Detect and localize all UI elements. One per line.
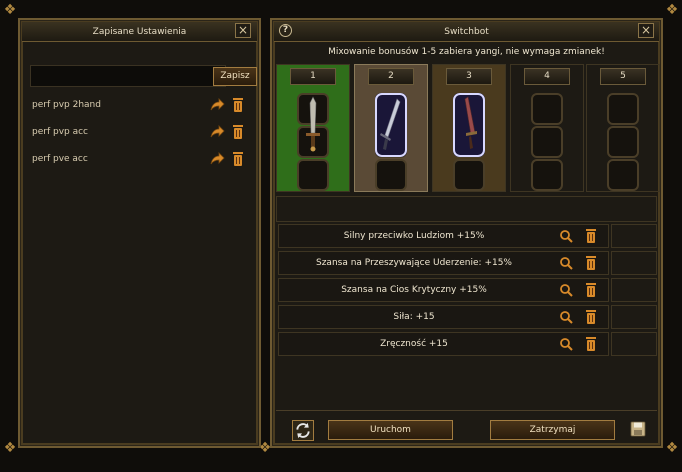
bonus-side-cell (611, 224, 657, 248)
sword-icon[interactable] (297, 93, 329, 157)
corner-ornament-icon: ❖ (3, 440, 17, 456)
window-title: Zapisane Ustawienia (92, 27, 187, 37)
magnifier-icon[interactable] (559, 337, 573, 351)
refresh-button[interactable] (292, 420, 314, 441)
slot-number-button[interactable]: 1 (290, 68, 336, 85)
close-button[interactable]: × (235, 23, 251, 38)
preset-label[interactable]: perf pvp acc (32, 127, 88, 137)
share-arrow-icon[interactable] (209, 97, 225, 113)
corner-ornament-icon: ❖ (3, 2, 17, 18)
preset-item[interactable]: perf pvp 2hand (32, 97, 252, 115)
close-button[interactable]: × (638, 23, 654, 38)
trash-icon[interactable] (584, 336, 598, 352)
slot-cells (531, 93, 563, 193)
slot-box[interactable] (297, 159, 329, 191)
bonus-side-cell (611, 305, 657, 329)
slot-box[interactable] (453, 159, 485, 191)
slot-column-2[interactable]: 2 (354, 64, 428, 192)
slot-number-button[interactable]: 2 (368, 68, 414, 85)
slot-box[interactable] (531, 126, 563, 158)
bonus-header-strip (276, 196, 657, 222)
refresh-icon (296, 422, 310, 439)
preset-item[interactable]: perf pvp acc (32, 124, 252, 142)
save-button[interactable]: Zapisz (213, 67, 257, 86)
slot-column-1[interactable]: 1 (276, 64, 350, 192)
magnifier-icon[interactable] (559, 229, 573, 243)
bonus-text: Szansa na Przeszywające Uderzenie: +15% (316, 258, 512, 268)
glowing-blade-icon[interactable] (375, 93, 407, 157)
start-button[interactable]: Uruchom (328, 420, 453, 440)
bonus-text: Siła: +15 (393, 312, 435, 322)
slot-cells (607, 93, 639, 193)
share-arrow-icon[interactable] (209, 151, 225, 167)
bonus-row[interactable]: Siła: +15 (278, 305, 609, 329)
switchbot-window: Switchbot ? × Mixowanie bonusów 1-5 zabi… (270, 18, 663, 448)
help-icon[interactable]: ? (279, 24, 292, 37)
corner-ornament-icon: ❖ (665, 2, 679, 18)
bonus-text: Zręczność +15 (380, 339, 448, 349)
slot-box[interactable] (607, 93, 639, 125)
magnifier-icon[interactable] (559, 256, 573, 270)
slot-box[interactable] (531, 93, 563, 125)
slot-box[interactable] (607, 126, 639, 158)
slot-column-5[interactable]: 5 (586, 64, 660, 192)
bonus-side-cell (611, 251, 657, 275)
floppy-save-icon[interactable] (630, 421, 646, 437)
magnifier-icon[interactable] (559, 283, 573, 297)
saved-settings-window: Zapisane Ustawienia × Zapisz perf pvp 2h… (18, 18, 261, 448)
trash-icon[interactable] (584, 228, 598, 244)
close-icon: × (640, 23, 652, 37)
slot-number-button[interactable]: 3 (446, 68, 492, 85)
bonus-text: Szansa na Cios Krytyczny +15% (341, 285, 487, 295)
saved-settings-titlebar[interactable]: Zapisane Ustawienia (22, 22, 257, 42)
bonus-row[interactable]: Szansa na Przeszywające Uderzenie: +15% (278, 251, 609, 275)
bonus-row[interactable]: Zręczność +15 (278, 332, 609, 356)
switchbot-titlebar[interactable]: Switchbot (274, 22, 659, 42)
slot-number-button[interactable]: 5 (600, 68, 646, 85)
slot-box[interactable] (607, 159, 639, 191)
slot-box[interactable] (531, 159, 563, 191)
trash-icon[interactable] (231, 151, 245, 167)
bonus-row[interactable]: Szansa na Cios Krytyczny +15% (278, 278, 609, 302)
slot-column-4[interactable]: 4 (510, 64, 584, 192)
stop-button[interactable]: Zatrzymaj (490, 420, 615, 440)
corner-ornament-icon: ❖ (665, 440, 679, 456)
preset-label[interactable]: perf pve acc (32, 154, 88, 164)
info-text: Mixowanie bonusów 1-5 zabiera yangi, nie… (328, 47, 605, 57)
magnifier-icon[interactable] (559, 310, 573, 324)
share-arrow-icon[interactable] (209, 124, 225, 140)
bonus-side-cell (611, 278, 657, 302)
trash-icon[interactable] (231, 124, 245, 140)
slot-number-button[interactable]: 4 (524, 68, 570, 85)
slot-column-3[interactable]: 3 (432, 64, 506, 192)
divider (276, 410, 657, 411)
trash-icon[interactable] (584, 255, 598, 271)
bonus-side-cell (611, 332, 657, 356)
trash-icon[interactable] (231, 97, 245, 113)
red-blade-icon[interactable] (453, 93, 485, 157)
preset-name-input[interactable] (30, 65, 226, 87)
preset-label[interactable]: perf pvp 2hand (32, 100, 101, 110)
slot-box[interactable] (375, 159, 407, 191)
bonus-row[interactable]: Silny przeciwko Ludziom +15% (278, 224, 609, 248)
trash-icon[interactable] (584, 309, 598, 325)
close-icon: × (237, 23, 249, 37)
preset-item[interactable]: perf pve acc (32, 151, 252, 169)
bonus-text: Silny przeciwko Ludziom +15% (343, 231, 485, 241)
trash-icon[interactable] (584, 282, 598, 298)
window-title: Switchbot (444, 27, 489, 37)
